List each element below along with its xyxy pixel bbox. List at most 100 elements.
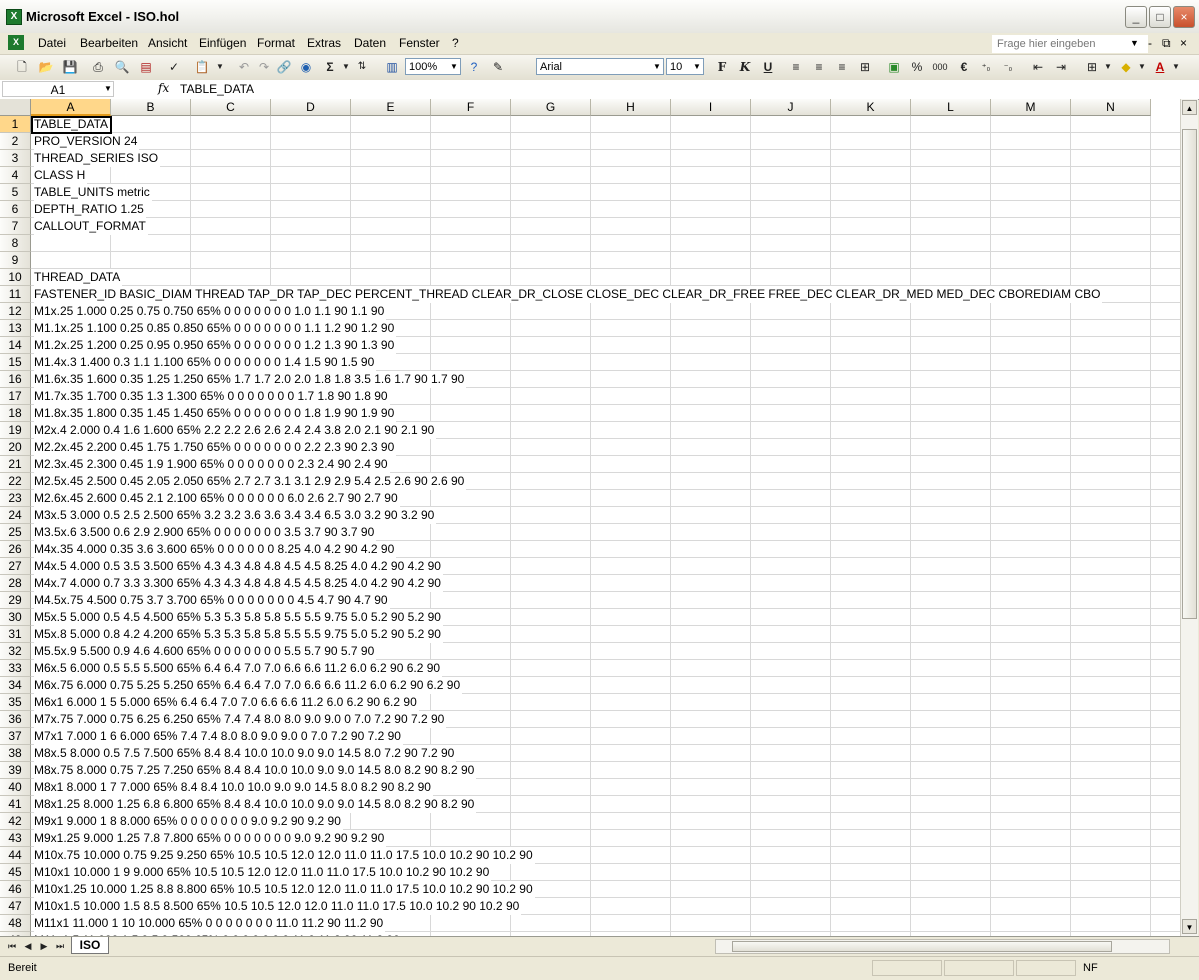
row-header[interactable]: 2 — [0, 133, 31, 150]
row-header[interactable]: 34 — [0, 677, 31, 694]
align-center-icon[interactable]: ≡ — [811, 59, 827, 75]
hyperlink-icon[interactable]: 🔗 — [276, 59, 292, 75]
row-header[interactable]: 17 — [0, 388, 31, 405]
cell-text[interactable]: M3.5x.6 3.500 0.6 2.9 2.900 65% 0 0 0 0 … — [34, 524, 377, 541]
column-header-h[interactable]: H — [591, 99, 671, 116]
column-header-b[interactable]: B — [111, 99, 191, 116]
horizontal-scrollbar[interactable] — [715, 939, 1170, 954]
currency-icon[interactable]: ▣ — [886, 59, 902, 75]
active-cell-a1[interactable] — [31, 116, 112, 134]
zoom-select[interactable]: 100% ▼ — [405, 58, 461, 75]
horizontal-scroll-thumb[interactable] — [732, 941, 1112, 952]
cell-text[interactable]: DEPTH_RATIO 1.25 — [34, 201, 146, 218]
paste-dropdown-icon[interactable]: ▼ — [212, 59, 228, 75]
font-size-dropdown-icon[interactable]: ▼ — [691, 59, 703, 74]
row-header[interactable]: 31 — [0, 626, 31, 643]
doc-restore-button[interactable]: ⧉ — [1162, 36, 1171, 51]
autosum-dropdown-icon[interactable]: ▼ — [338, 59, 354, 75]
row-header[interactable]: 41 — [0, 796, 31, 813]
row-header[interactable]: 35 — [0, 694, 31, 711]
cell-text[interactable]: M8x1 8.000 1 7 7.000 65% 8.4 8.4 10.0 10… — [34, 779, 433, 796]
save-icon[interactable]: 💾 — [62, 59, 78, 75]
row-header[interactable]: 38 — [0, 745, 31, 762]
cell-text[interactable]: M5x.5 5.000 0.5 4.5 4.500 65% 5.3 5.3 5.… — [34, 609, 443, 626]
cell-text[interactable]: M1.4x.3 1.400 0.3 1.1 1.100 65% 0 0 0 0 … — [34, 354, 377, 371]
row-header[interactable]: 45 — [0, 864, 31, 881]
decrease-indent-icon[interactable]: ⇤ — [1030, 59, 1046, 75]
row-header[interactable]: 25 — [0, 524, 31, 541]
cell-text[interactable]: TABLE_UNITS metric — [34, 184, 152, 201]
row-header[interactable]: 30 — [0, 609, 31, 626]
cell-text[interactable]: M5x.8 5.000 0.8 4.2 4.200 65% 5.3 5.3 5.… — [34, 626, 443, 643]
redo-icon[interactable]: ↷ — [256, 59, 272, 75]
row-header[interactable]: 42 — [0, 813, 31, 830]
new-file-icon[interactable]: 🗋 — [14, 59, 30, 75]
doc-minimize-button[interactable]: - — [1148, 36, 1152, 50]
paste-icon[interactable]: 📋 — [194, 59, 210, 75]
row-header[interactable]: 37 — [0, 728, 31, 745]
autosum-icon[interactable]: Σ — [322, 59, 338, 75]
row-header[interactable]: 4 — [0, 167, 31, 184]
cell-text[interactable]: M6x.75 6.000 0.75 5.25 5.250 65% 6.4 6.4… — [34, 677, 463, 694]
next-sheet-button[interactable]: ▶ — [38, 940, 50, 952]
workbook-icon[interactable]: X — [8, 35, 24, 50]
row-header[interactable]: 27 — [0, 558, 31, 575]
cell-text[interactable]: M4.5x.75 4.500 0.75 3.7 3.700 65% 0 0 0 … — [34, 592, 390, 609]
pdf-icon[interactable]: ▤ — [138, 59, 154, 75]
menu-fenster[interactable]: Fenster — [399, 36, 440, 50]
cell-text[interactable]: THREAD_DATA — [34, 269, 123, 286]
decrease-decimal-icon[interactable]: ⁻₀ — [1000, 59, 1016, 75]
vertical-scroll-thumb[interactable] — [1182, 129, 1197, 619]
close-button[interactable]: × — [1173, 6, 1195, 28]
chart-wizard-icon[interactable]: ▥ — [384, 59, 400, 75]
row-header[interactable]: 47 — [0, 898, 31, 915]
vertical-scrollbar[interactable]: ▲ ▼ — [1180, 99, 1198, 936]
column-header-f[interactable]: F — [431, 99, 511, 116]
row-header[interactable]: 8 — [0, 235, 31, 252]
cell-text[interactable]: M10x.75 10.000 0.75 9.25 9.250 65% 10.5 … — [34, 847, 535, 864]
column-header-i[interactable]: I — [671, 99, 751, 116]
menu-datei[interactable]: Datei — [38, 36, 66, 50]
row-header[interactable]: 36 — [0, 711, 31, 728]
cell-text[interactable]: M1x.25 1.000 0.25 0.75 0.750 65% 0 0 0 0… — [34, 303, 387, 320]
cell-text[interactable]: M5.5x.9 5.500 0.9 4.6 4.600 65% 0 0 0 0 … — [34, 643, 377, 660]
spreadsheet-grid[interactable]: ABCDEFGHIJKLMN 1 TABLE_DATA 2 PRO_VERSION 2… — [0, 99, 1180, 936]
row-header[interactable]: 12 — [0, 303, 31, 320]
cell-text[interactable]: M8x.5 8.000 0.5 7.5 7.500 65% 8.4 8.4 10… — [34, 745, 457, 762]
underline-button[interactable]: U — [760, 59, 776, 75]
row-header[interactable]: 32 — [0, 643, 31, 660]
row-header[interactable]: 5 — [0, 184, 31, 201]
undo-icon[interactable]: ↶ — [236, 59, 252, 75]
cell-text[interactable]: FASTENER_ID BASIC_DIAM THREAD TAP_DR TAP… — [34, 286, 1103, 303]
row-header[interactable]: 22 — [0, 473, 31, 490]
row-header[interactable]: 44 — [0, 847, 31, 864]
menu-ansicht[interactable]: Ansicht — [148, 36, 187, 50]
font-size-select[interactable]: 10 ▼ — [666, 58, 704, 75]
menu-daten[interactable]: Daten — [354, 36, 386, 50]
cell-text[interactable]: M2.6x.45 2.600 0.45 2.1 2.100 65% 0 0 0 … — [34, 490, 400, 507]
insert-function-icon[interactable]: fx — [158, 81, 169, 95]
cell-text[interactable]: M1.6x.35 1.600 0.35 1.25 1.250 65% 1.7 1… — [34, 371, 467, 388]
row-header[interactable]: 6 — [0, 201, 31, 218]
row-header[interactable]: 9 — [0, 252, 31, 269]
cell-text[interactable]: M7x.75 7.000 0.75 6.25 6.250 65% 7.4 7.4… — [34, 711, 447, 728]
row-header[interactable]: 18 — [0, 405, 31, 422]
maximize-button[interactable]: □ — [1149, 6, 1171, 28]
first-sheet-button[interactable]: ⏮ — [6, 940, 18, 952]
print-preview-icon[interactable]: 🔍 — [114, 59, 130, 75]
increase-decimal-icon[interactable]: ⁺₀ — [978, 59, 994, 75]
cell-text[interactable]: M9x1 9.000 1 8 8.000 65% 0 0 0 0 0 0 0 9… — [34, 813, 343, 830]
row-header[interactable]: 48 — [0, 915, 31, 932]
column-header-d[interactable]: D — [271, 99, 351, 116]
thousands-button[interactable]: 000 — [932, 59, 948, 75]
cell-text[interactable]: M2.2x.45 2.200 0.45 1.75 1.750 65% 0 0 0… — [34, 439, 397, 456]
row-header[interactable]: 11 — [0, 286, 31, 303]
row-header[interactable]: 21 — [0, 456, 31, 473]
sheet-tab-iso[interactable]: ISO — [71, 937, 109, 954]
font-color-dropdown-icon[interactable]: ▼ — [1168, 59, 1184, 75]
name-box-dropdown-icon[interactable]: ▼ — [104, 84, 112, 93]
borders-icon[interactable]: ⊞ — [1084, 59, 1100, 75]
row-header[interactable]: 1 — [0, 116, 31, 133]
cell-text[interactable]: THREAD_SERIES ISO — [34, 150, 161, 167]
row-header[interactable]: 3 — [0, 150, 31, 167]
